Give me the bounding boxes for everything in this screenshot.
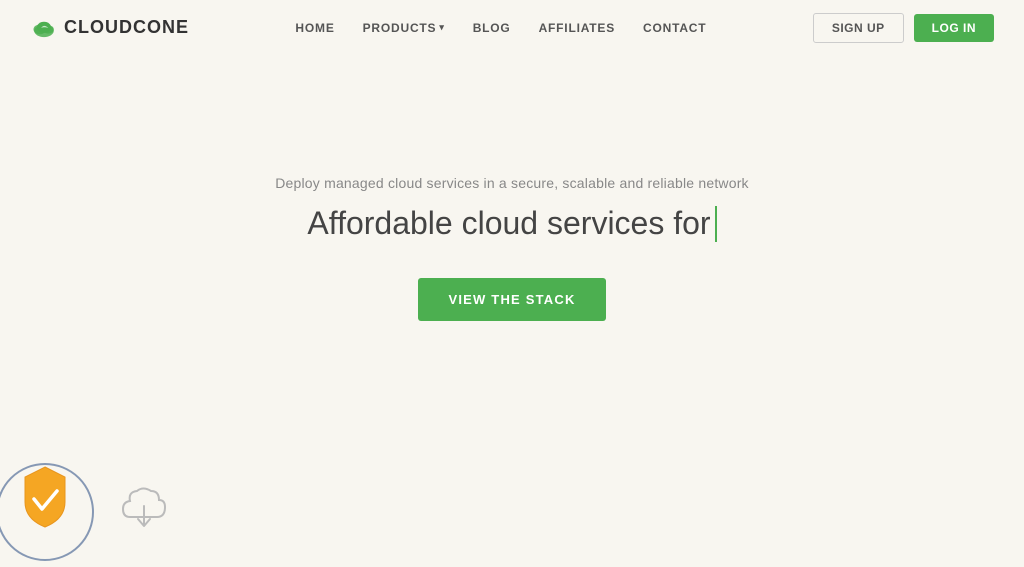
nav-item-home[interactable]: HOME: [295, 19, 334, 37]
nav-links: HOME PRODUCTS ▾ BLOG AFFILIATES CONTACT: [295, 19, 706, 37]
text-cursor: [715, 206, 717, 242]
nav-link-blog[interactable]: BLOG: [473, 21, 511, 35]
hero-section: Deploy managed cloud services in a secur…: [0, 55, 1024, 321]
cloud-download-decoration: [115, 482, 180, 537]
nav-item-contact[interactable]: CONTACT: [643, 19, 706, 37]
nav-buttons: SIGN UP LOG IN: [813, 13, 994, 43]
logo-icon: [30, 14, 58, 42]
nav-link-contact[interactable]: CONTACT: [643, 21, 706, 35]
shield-decoration: [0, 437, 120, 567]
nav-link-products[interactable]: PRODUCTS ▾: [363, 21, 445, 35]
signup-button[interactable]: SIGN UP: [813, 13, 904, 43]
chevron-down-icon: ▾: [439, 22, 444, 33]
nav-link-affiliates[interactable]: AFFILIATES: [539, 21, 615, 35]
login-button[interactable]: LOG IN: [914, 14, 994, 42]
nav-item-affiliates[interactable]: AFFILIATES: [539, 19, 615, 37]
nav-item-blog[interactable]: BLOG: [473, 19, 511, 37]
view-stack-button[interactable]: VIEW THE STACK: [418, 278, 605, 321]
navbar: CLOUDCONE HOME PRODUCTS ▾ BLOG AFFILIATE…: [0, 0, 1024, 55]
logo-text: CLOUDCONE: [64, 17, 189, 38]
nav-link-home[interactable]: HOME: [295, 21, 334, 35]
logo[interactable]: CLOUDCONE: [30, 14, 189, 42]
nav-item-products[interactable]: PRODUCTS ▾: [363, 21, 445, 35]
hero-title: Affordable cloud services for: [307, 205, 716, 242]
hero-subtitle: Deploy managed cloud services in a secur…: [275, 175, 749, 191]
